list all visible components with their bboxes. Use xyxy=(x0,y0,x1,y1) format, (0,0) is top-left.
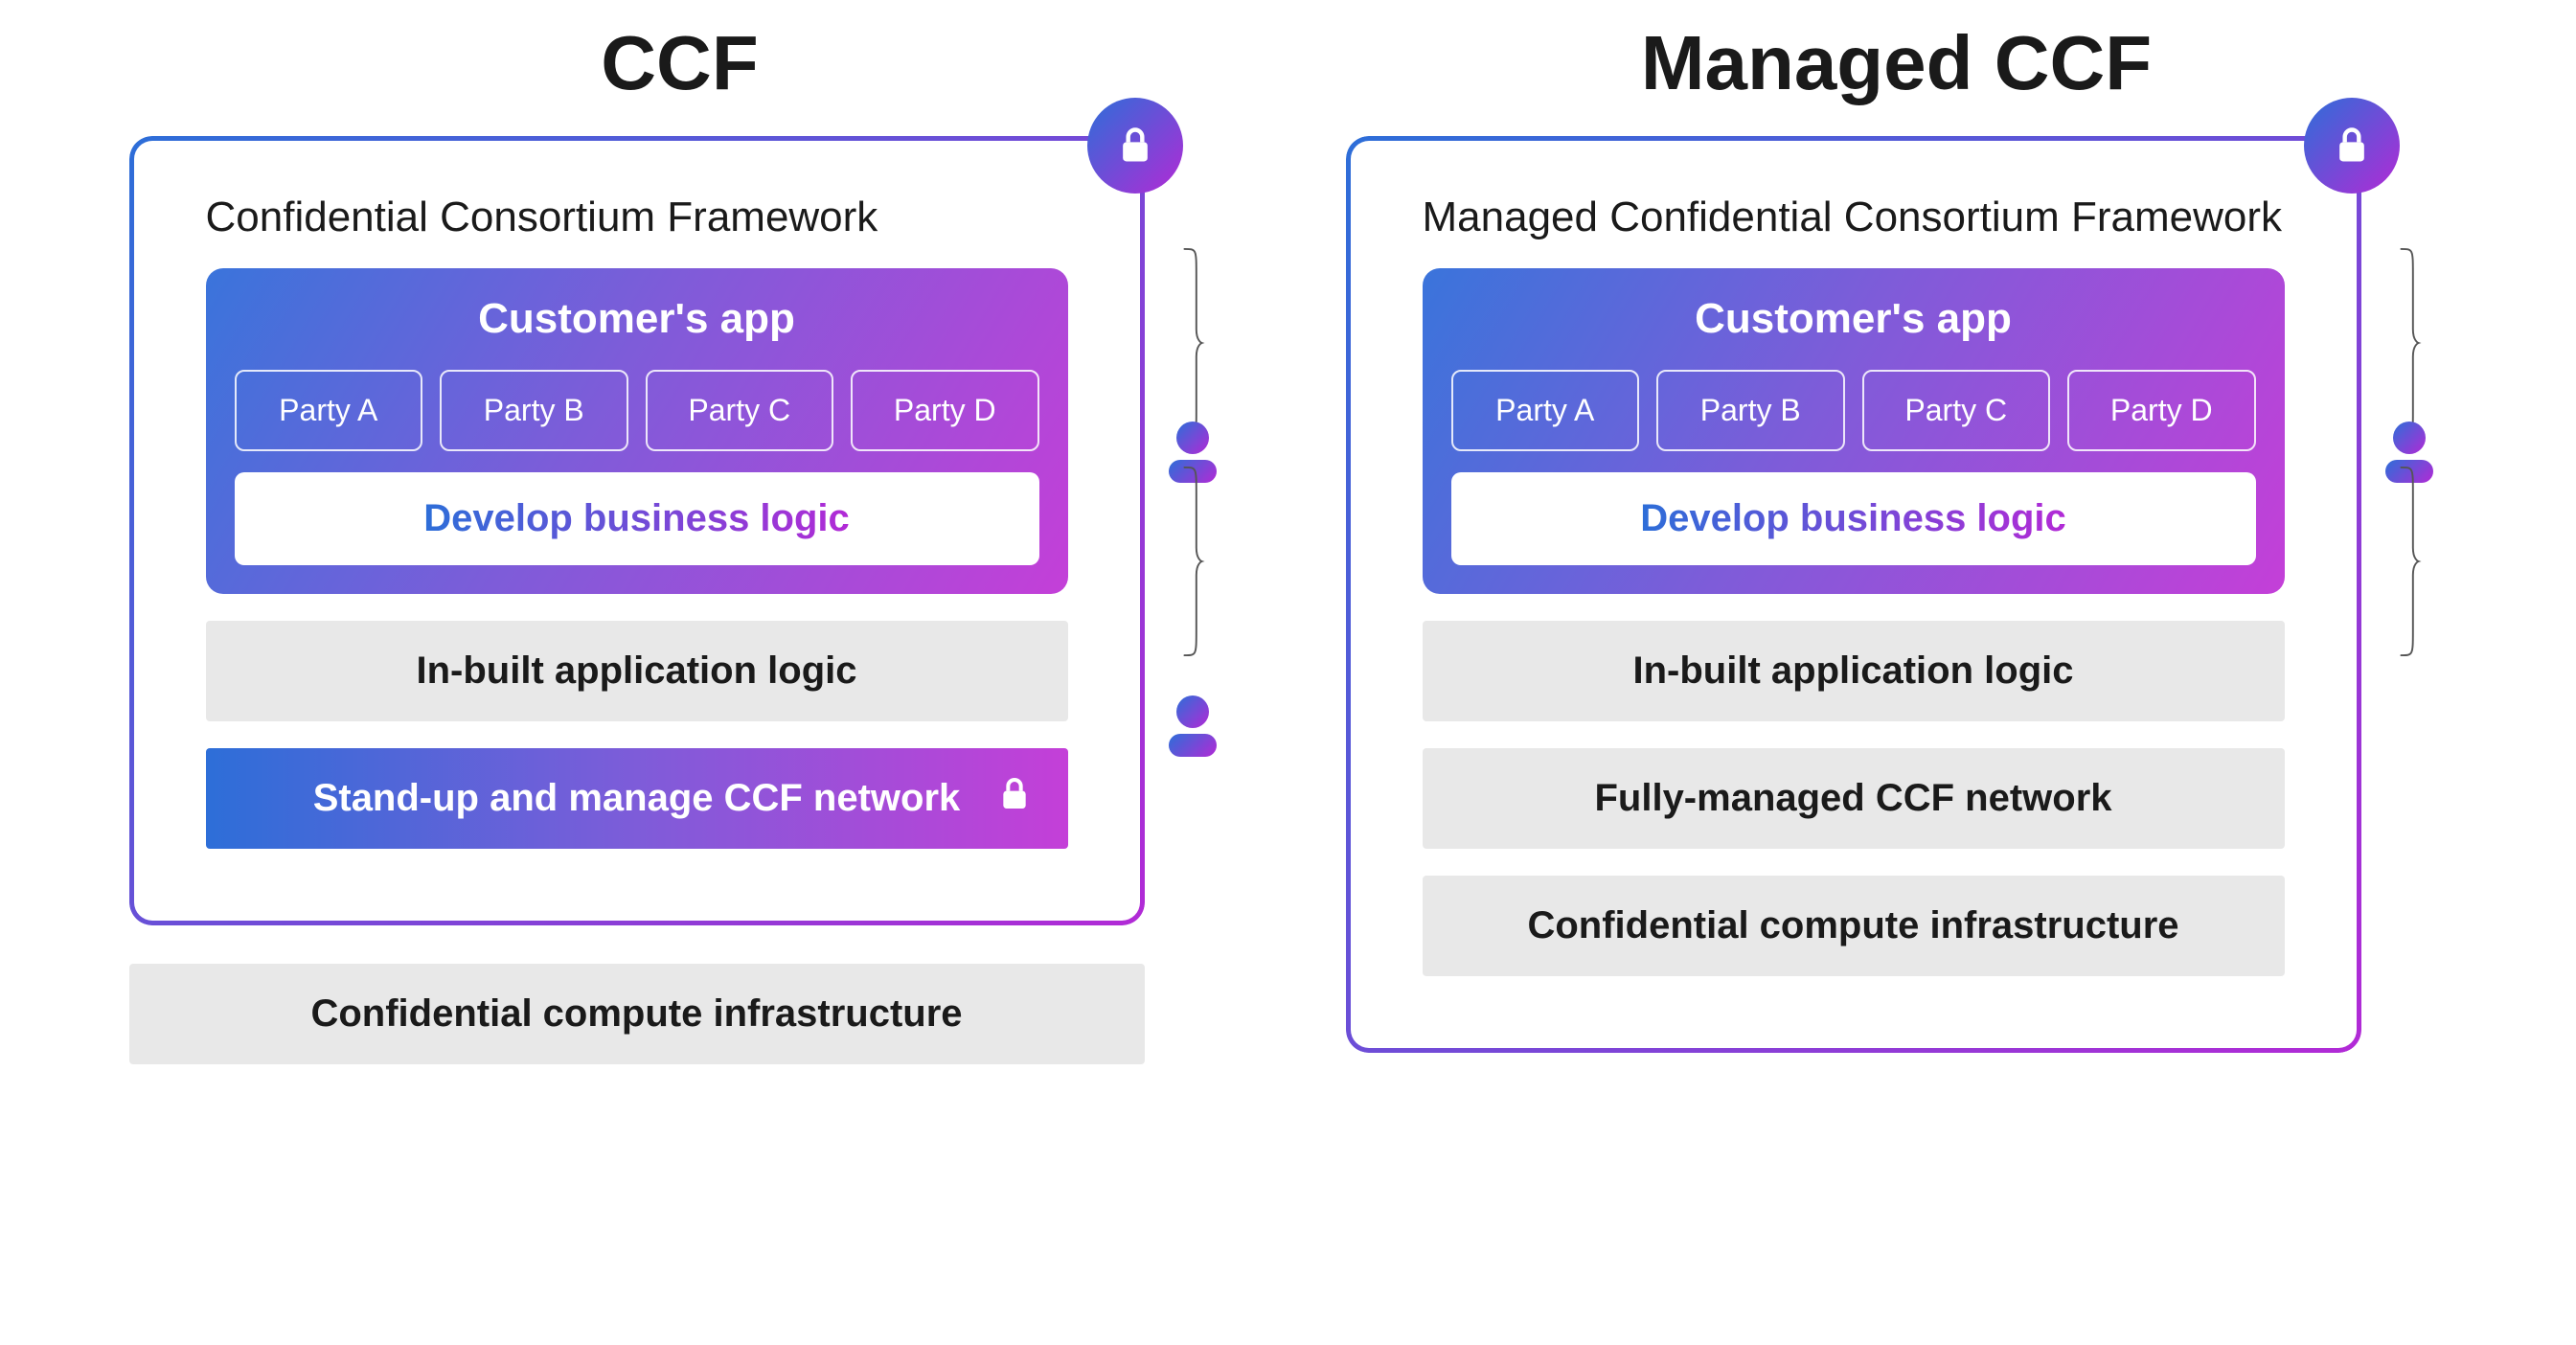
person-icon xyxy=(1169,695,1217,757)
ccf-develop-text: Develop business logic xyxy=(423,497,850,539)
managed-ccf-app-box: Customer's app Party A Party B Party C P… xyxy=(1423,268,2285,594)
managed-ccf-party-row: Party A Party B Party C Party D xyxy=(1451,370,2256,451)
ccf-develop-bar: Develop business logic xyxy=(235,472,1039,565)
ccf-infra-bar: Confidential compute infrastructure xyxy=(129,964,1145,1064)
managed-ccf-panel: Managed CCF Managed Confidential Consort… xyxy=(1346,19,2448,1053)
managed-ccf-framework-box: Managed Confidential Consortium Framewor… xyxy=(1346,136,2361,1053)
ccf-side-annotations xyxy=(1154,136,1231,757)
party-d: Party D xyxy=(2067,370,2256,451)
managed-ccf-develop-text: Develop business logic xyxy=(1640,497,2066,539)
party-b: Party B xyxy=(440,370,628,451)
bracket-icon xyxy=(2388,466,2430,657)
ccf-party-row: Party A Party B Party C Party D xyxy=(235,370,1039,451)
bracket-icon xyxy=(1172,247,1214,439)
party-c: Party C xyxy=(1862,370,2051,451)
ccf-inbuilt-bar: In-built application logic xyxy=(206,621,1068,721)
ccf-manage-text: Stand-up and manage CCF network xyxy=(313,777,961,820)
party-c: Party C xyxy=(646,370,834,451)
party-a: Party A xyxy=(235,370,423,451)
ccf-stack: Confidential Consortium Framework Custom… xyxy=(129,136,1145,1064)
party-b: Party B xyxy=(1656,370,1845,451)
ccf-app-title: Customer's app xyxy=(235,295,1039,343)
ccf-manage-bar: Stand-up and manage CCF network xyxy=(206,748,1068,849)
diagram-container: CCF Confidential Consortium Framework Cu… xyxy=(38,19,2538,1064)
managed-ccf-inbuilt-bar: In-built application logic xyxy=(1423,621,2285,721)
lock-icon xyxy=(2304,98,2400,194)
lock-icon xyxy=(995,775,1034,823)
bracket-icon xyxy=(1172,466,1214,657)
managed-ccf-develop-bar: Develop business logic xyxy=(1451,472,2256,565)
managed-ccf-stack: Managed Confidential Consortium Framewor… xyxy=(1346,136,2361,1053)
managed-ccf-app-title: Customer's app xyxy=(1451,295,2256,343)
bracket-icon xyxy=(2388,247,2430,439)
managed-ccf-title: Managed CCF xyxy=(1641,19,2152,107)
managed-ccf-framework-header: Managed Confidential Consortium Framewor… xyxy=(1423,194,2285,241)
ccf-panel-row: Confidential Consortium Framework Custom… xyxy=(129,136,1231,1064)
managed-ccf-side-annotations xyxy=(2371,136,2448,657)
ccf-app-box: Customer's app Party A Party B Party C P… xyxy=(206,268,1068,594)
managed-ccf-manage-bar: Fully-managed CCF network xyxy=(1423,748,2285,849)
ccf-title: CCF xyxy=(601,19,758,107)
party-a: Party A xyxy=(1451,370,1640,451)
managed-ccf-panel-row: Managed Confidential Consortium Framewor… xyxy=(1346,136,2448,1053)
ccf-framework-header: Confidential Consortium Framework xyxy=(206,194,1068,241)
ccf-panel: CCF Confidential Consortium Framework Cu… xyxy=(129,19,1231,1064)
managed-ccf-infra-bar: Confidential compute infrastructure xyxy=(1423,876,2285,976)
lock-icon xyxy=(1087,98,1183,194)
party-d: Party D xyxy=(851,370,1039,451)
ccf-framework-box: Confidential Consortium Framework Custom… xyxy=(129,136,1145,925)
